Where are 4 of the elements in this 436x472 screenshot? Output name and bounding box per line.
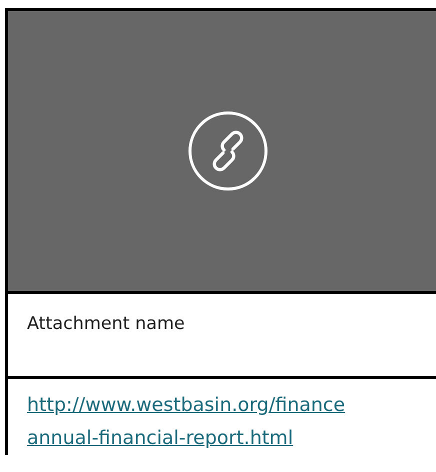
link-icon <box>188 111 268 191</box>
link[interactable]: http://www.westbasin.org/finance <box>27 389 346 422</box>
attachment-name: Attachment name <box>27 314 185 334</box>
link[interactable]: annual-financial-report.html <box>27 422 294 455</box>
